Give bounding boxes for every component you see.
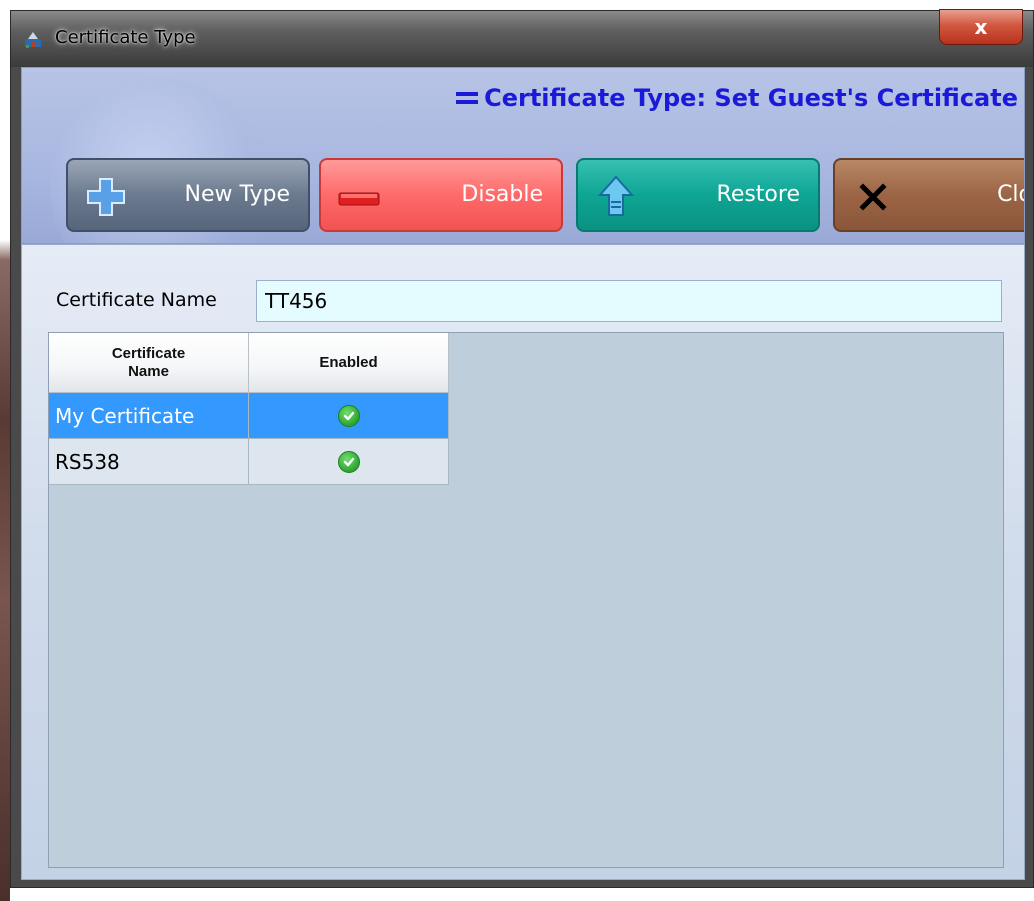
new-type-label: New Type (184, 182, 290, 207)
certificate-name-input[interactable] (256, 280, 1002, 322)
up-arrow-icon (597, 175, 635, 216)
plus-icon (87, 178, 125, 216)
certificate-type-window: Certificate Type x Certificate Type: Set… (10, 9, 1034, 888)
disable-button[interactable]: Disable (319, 158, 563, 232)
close-icon: x (974, 15, 988, 39)
window-close-button[interactable]: x (939, 9, 1023, 45)
header-panel: Certificate Type: Set Guest's Certificat… (21, 67, 1025, 244)
window-title: Certificate Type (55, 27, 196, 48)
minus-icon (338, 192, 380, 206)
x-icon (859, 183, 887, 211)
new-type-button[interactable]: New Type (66, 158, 310, 232)
column-header-enabled[interactable]: Enabled (249, 333, 449, 393)
certificate-name-label: Certificate Name (56, 289, 217, 311)
equal-bars-icon (456, 90, 479, 106)
restore-label: Restore (716, 182, 800, 207)
page-title-text: Certificate Type: Set Guest's Certificat… (484, 84, 1018, 112)
disable-label: Disable (461, 182, 543, 207)
close-label: Close (997, 182, 1024, 207)
content-panel: Certificate Name CertificateName Enabled… (21, 244, 1025, 880)
enabled-cell[interactable] (249, 439, 449, 485)
certificate-name-cell[interactable]: RS538 (49, 439, 249, 485)
page-title: Certificate Type: Set Guest's Certificat… (456, 84, 1018, 112)
app-icon (25, 32, 41, 48)
title-bar[interactable]: Certificate Type x (11, 9, 1033, 67)
close-button[interactable]: Close (833, 158, 1024, 232)
certificate-grid[interactable]: Certificate Name Enabled My Certificate R… (48, 332, 1004, 868)
check-icon (337, 404, 360, 427)
table-row[interactable]: RS538 (49, 439, 449, 485)
background-app-edge (0, 0, 10, 901)
table-row[interactable]: My Certificate (49, 393, 449, 439)
certificate-name-cell[interactable]: My Certificate (49, 393, 249, 439)
restore-button[interactable]: Restore (576, 158, 820, 232)
enabled-cell[interactable] (249, 393, 449, 439)
column-header-certificate-name[interactable]: Certificate Name (49, 333, 249, 393)
check-icon (337, 450, 360, 473)
